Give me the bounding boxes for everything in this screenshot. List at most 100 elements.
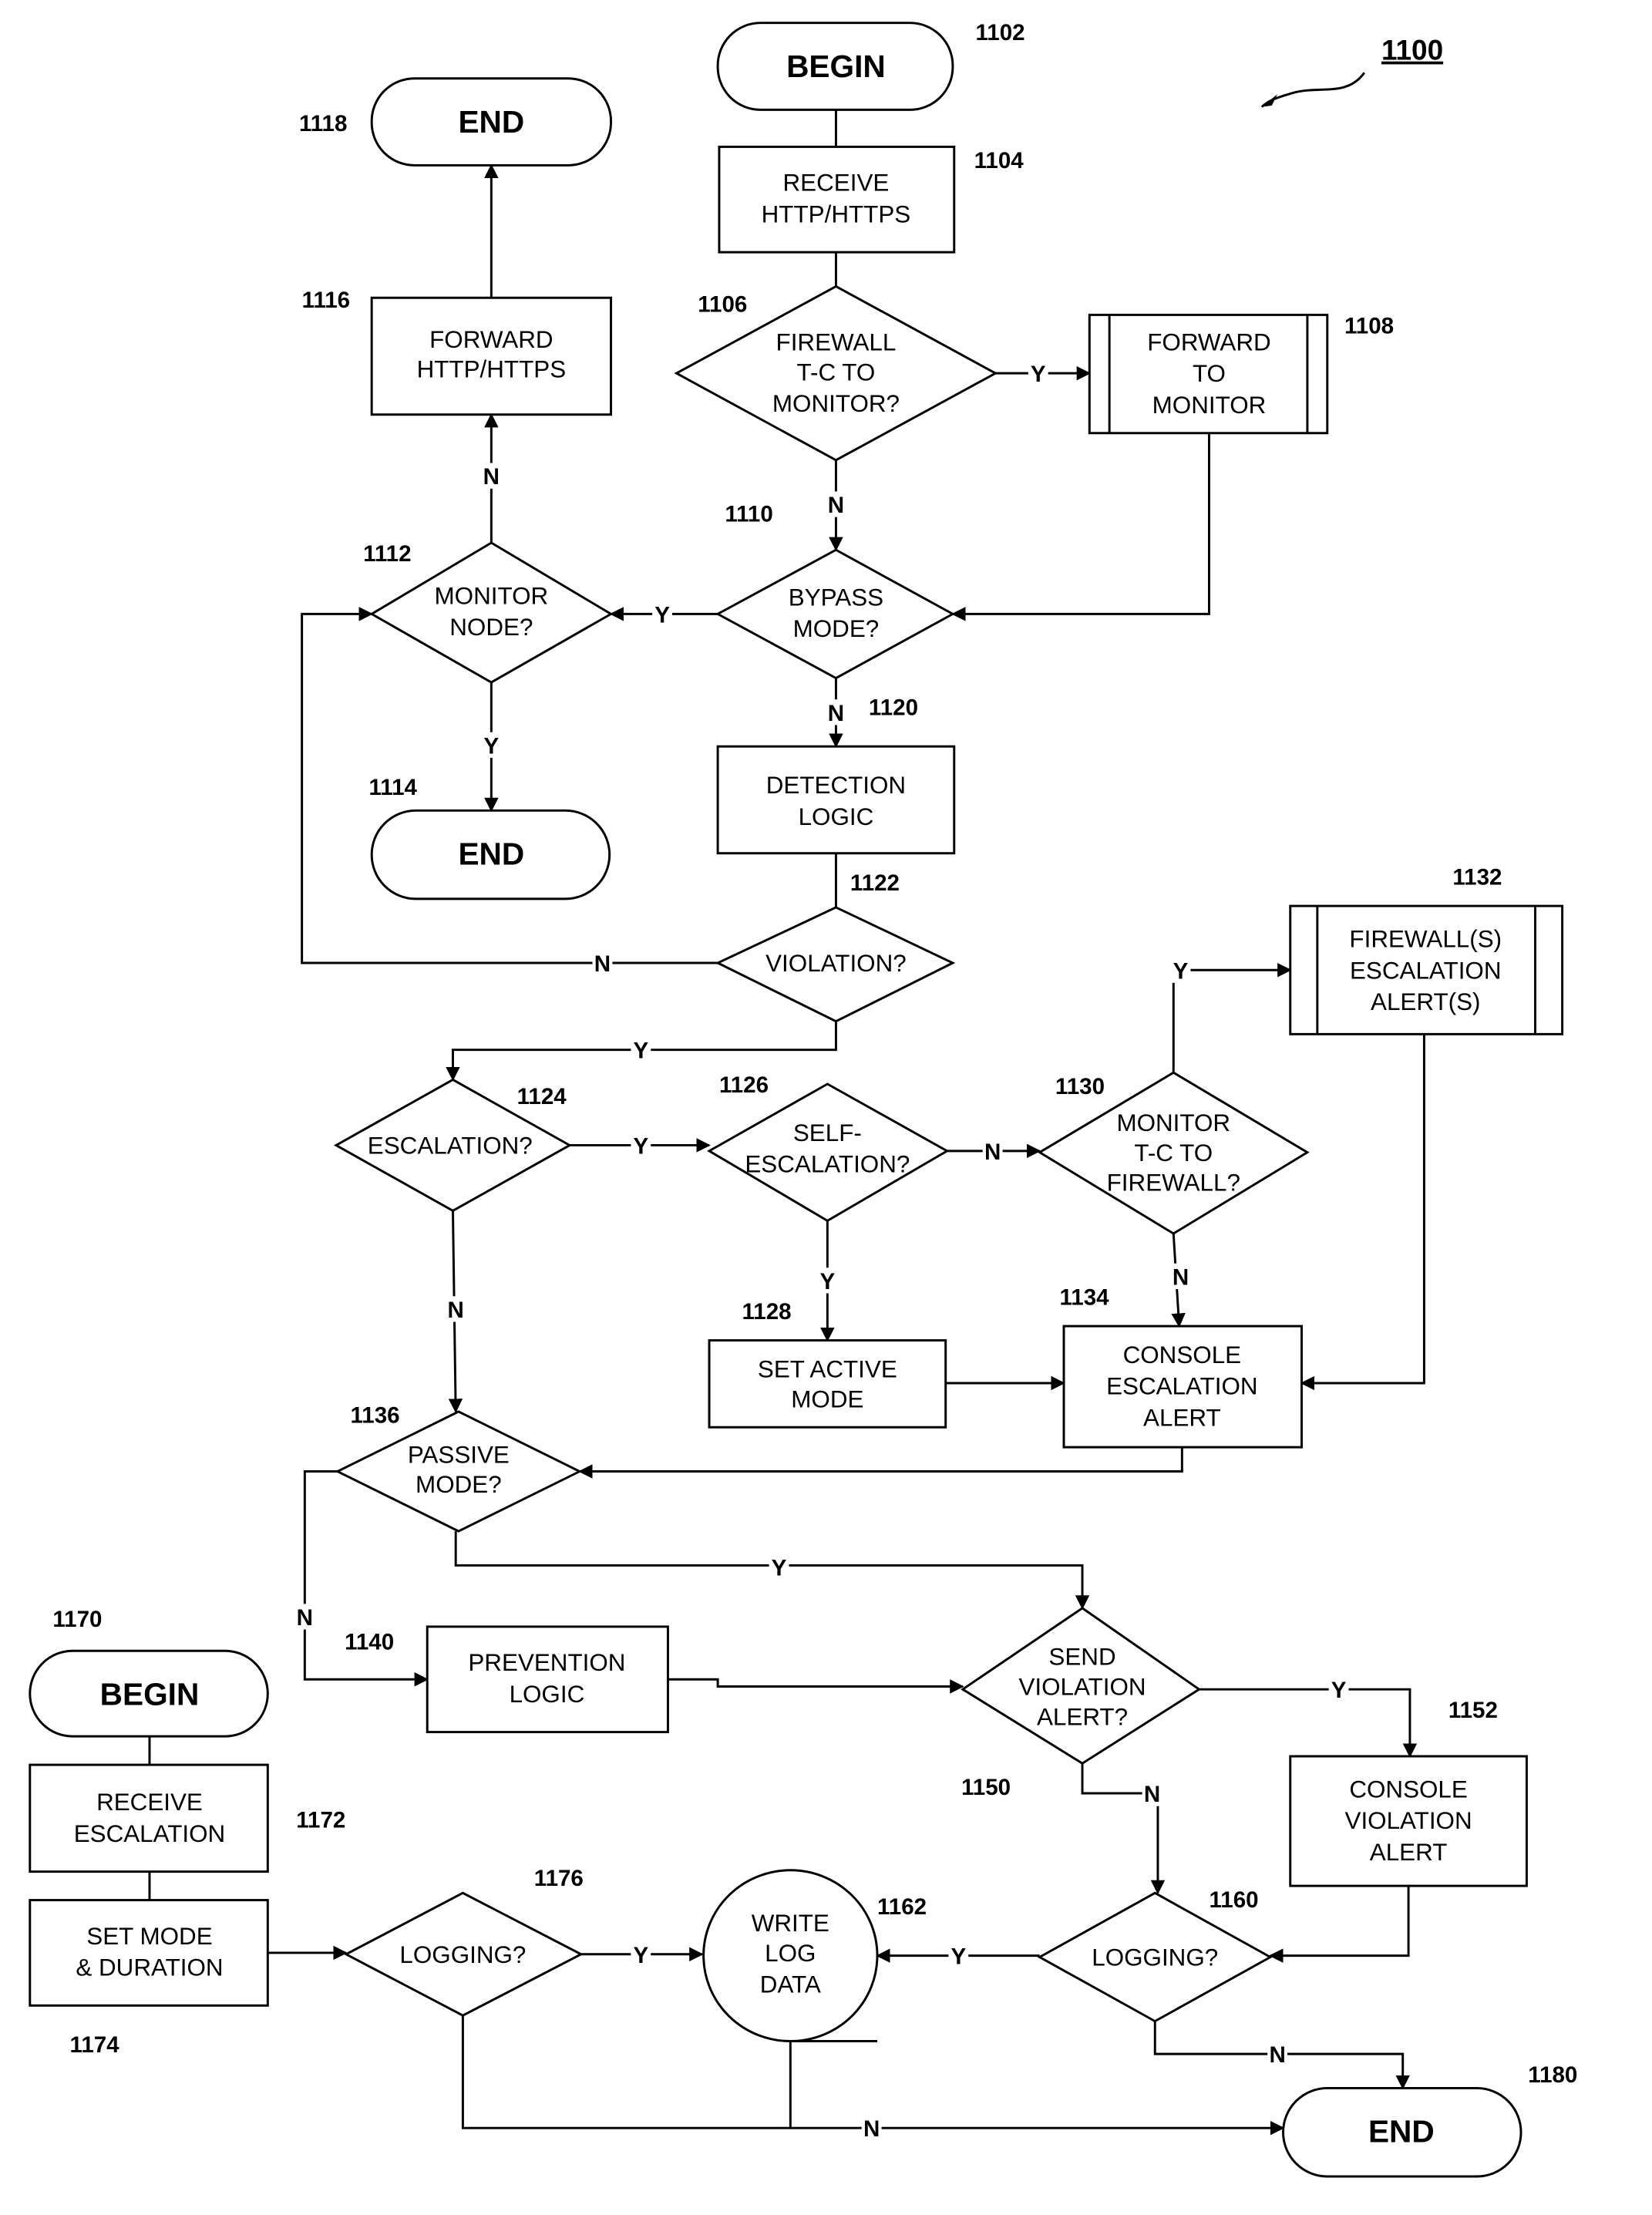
node-1180-end: END	[1282, 2086, 1522, 2178]
node-1136-line-1: PASSIVE	[408, 1441, 510, 1468]
node-1150-line-3: ALERT?	[1037, 1703, 1128, 1730]
ref-1150: 1150	[961, 1775, 1011, 1800]
node-1108-forward-to-monitor: FORWARD TO MONITOR	[1088, 313, 1329, 435]
label-y-1106: Y	[1031, 362, 1046, 387]
node-1106-line-3: MONITOR?	[772, 390, 900, 417]
node-1118-end: END	[370, 77, 613, 167]
ref-1180: 1180	[1528, 2062, 1577, 2088]
node-1134-line-2: ESCALATION	[1106, 1373, 1258, 1400]
node-1116-line-1: FORWARD	[429, 326, 553, 353]
ref-1124: 1124	[517, 1084, 567, 1109]
node-1122-line-1: VIOLATION?	[765, 950, 907, 977]
node-1136-passive-mode-decision: PASSIVE MODE?	[335, 1410, 583, 1533]
node-1152-line-1: CONSOLE	[1349, 1776, 1468, 1803]
node-1106-line-1: FIREWALL	[776, 329, 897, 356]
node-1104-receive-http: RECEIVE HTTP/HTTPS	[718, 145, 956, 254]
label-y-1112: Y	[483, 733, 499, 759]
node-1130-line-2: T-C TO	[1134, 1139, 1213, 1166]
label-n-1126: N	[984, 1139, 1001, 1165]
node-1152-console-violation-alert: CONSOLE VIOLATION ALERT	[1289, 1755, 1528, 1887]
node-1162-line-1: WRITE	[752, 1910, 829, 1937]
node-1172-receive-escalation: RECEIVE ESCALATION	[29, 1763, 269, 1873]
label-n-1136: N	[297, 1605, 313, 1631]
label-y-1130: Y	[1173, 958, 1189, 984]
label-n-1106: N	[828, 493, 844, 518]
ref-1118: 1118	[299, 111, 347, 136]
node-1130-line-1: MONITOR	[1116, 1109, 1230, 1136]
label-n-1130: N	[1173, 1265, 1189, 1291]
node-1114-end: END	[370, 809, 611, 900]
edge-1176-1180	[461, 2015, 1285, 2136]
node-1130-line-3: FIREWALL?	[1107, 1170, 1240, 1197]
node-1108-line-2: TO	[1193, 360, 1226, 387]
label-y-1124: Y	[633, 1134, 648, 1160]
edge-1108-1110	[951, 433, 1210, 621]
node-1172-line-2: ESCALATION	[74, 1820, 226, 1847]
node-1134-console-escalation-alert: CONSOLE ESCALATION ALERT	[1062, 1325, 1304, 1449]
ref-1108: 1108	[1344, 313, 1394, 338]
node-1152-line-2: VIOLATION	[1345, 1807, 1472, 1834]
edge-1152-1160	[1269, 1886, 1410, 1963]
ref-1110: 1110	[725, 501, 772, 527]
node-1120-line-1: DETECTION	[766, 772, 906, 799]
node-1116-forward-http: FORWARD HTTP/HTTPS	[370, 296, 613, 416]
label-n-1110: N	[828, 701, 844, 726]
node-1104-line-1: RECEIVE	[783, 170, 890, 197]
flowchart-canvas: 1100 Y N Y N N Y N Y Y N N Y Y N Y N Y N…	[29, 20, 1577, 2178]
ref-1132: 1132	[1452, 864, 1502, 890]
edge-1132-1134	[1300, 1034, 1425, 1391]
node-1150-line-1: SEND	[1048, 1644, 1115, 1671]
node-1180-text: END	[1368, 2114, 1435, 2149]
ref-1176: 1176	[534, 1866, 584, 1891]
node-1128-set-active-mode: SET ACTIVE MODE	[708, 1339, 947, 1429]
node-1140-prevention-logic: PREVENTION LOGIC	[426, 1625, 669, 1734]
ref-1120: 1120	[869, 695, 918, 721]
figure-pointer-squiggle	[1260, 72, 1366, 108]
node-1132-line-3: ALERT(S)	[1371, 988, 1480, 1015]
node-1120-line-2: LOGIC	[799, 803, 874, 830]
node-1110-line-2: MODE?	[793, 615, 880, 642]
node-1140-line-1: PREVENTION	[468, 1649, 625, 1676]
ref-1128: 1128	[742, 1299, 792, 1325]
node-1174-line-2: & DURATION	[76, 1954, 223, 1981]
label-n-1122: N	[594, 951, 611, 977]
label-n-1176: N	[863, 2116, 880, 2142]
edge-1140-1150	[668, 1678, 964, 1694]
label-y-1110: Y	[654, 602, 670, 628]
label-n-1150: N	[1144, 1782, 1160, 1807]
node-1150-send-violation-alert-decision: SEND VIOLATION ALERT?	[961, 1607, 1202, 1765]
node-1122-violation-decision: VIOLATION?	[715, 906, 956, 1023]
node-1150-line-2: VIOLATION	[1018, 1674, 1146, 1701]
label-n-1124: N	[448, 1298, 464, 1323]
node-1116-line-2: HTTP/HTTPS	[417, 356, 567, 383]
node-1102-text: BEGIN	[786, 49, 886, 84]
figure-number: 1100	[1381, 35, 1443, 66]
node-1112-line-2: NODE?	[449, 614, 533, 641]
node-1128-line-1: SET ACTIVE	[758, 1356, 897, 1383]
edge-1130-1132	[1172, 962, 1292, 1073]
ref-1136: 1136	[350, 1403, 399, 1429]
node-1120-detection-logic: DETECTION LOGIC	[716, 745, 956, 855]
node-1136-line-2: MODE?	[416, 1471, 502, 1498]
ref-1114: 1114	[368, 775, 417, 800]
node-1110-line-1: BYPASS	[789, 584, 883, 611]
ref-1126: 1126	[719, 1072, 769, 1098]
node-1162-line-3: DATA	[760, 1971, 821, 1998]
ref-1170: 1170	[52, 1607, 102, 1632]
label-y-1160: Y	[950, 1944, 966, 1970]
label-y-1136: Y	[772, 1555, 787, 1580]
node-1126-line-2: ESCALATION?	[745, 1151, 910, 1178]
label-n-1160: N	[1269, 2042, 1285, 2068]
label-y-1150: Y	[1331, 1678, 1347, 1703]
node-1114-text: END	[458, 837, 524, 872]
label-y-1176: Y	[633, 1943, 648, 1968]
ref-1172: 1172	[296, 1807, 345, 1833]
node-1118-text: END	[458, 104, 524, 140]
ref-1152: 1152	[1448, 1698, 1498, 1723]
ref-1140: 1140	[345, 1629, 394, 1655]
node-1110-bypass-mode-decision: BYPASS MODE?	[715, 548, 955, 680]
node-1124-line-1: ESCALATION?	[368, 1133, 533, 1160]
edge-1150-1152	[1199, 1688, 1418, 1758]
ref-1102: 1102	[975, 20, 1025, 45]
ref-1122: 1122	[850, 870, 900, 896]
